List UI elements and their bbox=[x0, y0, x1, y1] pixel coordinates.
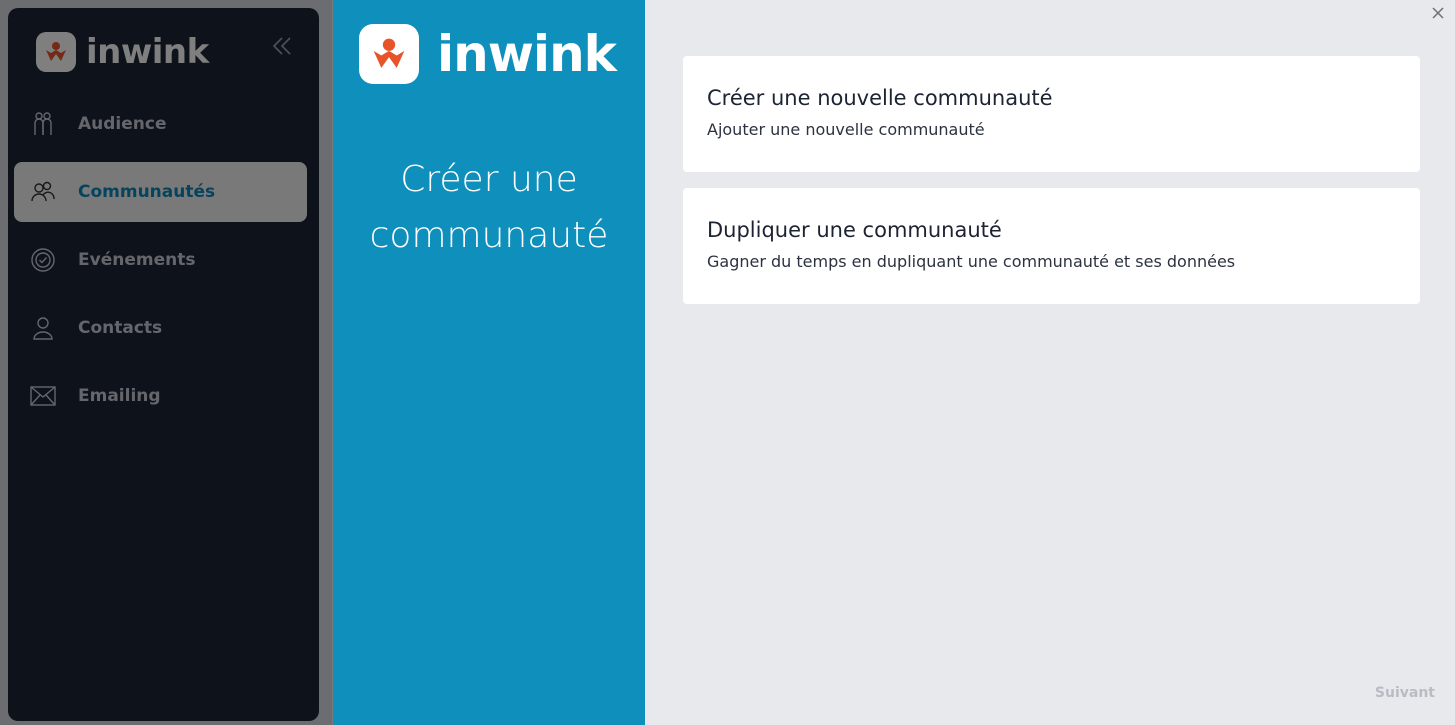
inwink-logo-icon bbox=[359, 24, 419, 84]
modal-side-panel: inwink Créer une communauté bbox=[333, 0, 645, 725]
option-description: Gagner du temps en dupliquant une commun… bbox=[707, 252, 1236, 271]
option-title: Créer une nouvelle communauté bbox=[707, 86, 1053, 110]
modal-logo: inwink bbox=[359, 24, 617, 84]
modal-brand-name: inwink bbox=[437, 25, 617, 83]
next-button[interactable]: Suivant bbox=[1375, 685, 1435, 701]
option-title: Dupliquer une communauté bbox=[707, 218, 1002, 242]
modal-heading: Créer une communauté bbox=[369, 159, 609, 256]
close-icon[interactable] bbox=[1429, 6, 1447, 24]
option-description: Ajouter une nouvelle communauté bbox=[707, 120, 985, 139]
option-duplicate-community[interactable]: Dupliquer une communauté Gagner du temps… bbox=[683, 188, 1420, 304]
create-community-modal: inwink Créer une communauté Créer une no… bbox=[333, 0, 1455, 725]
option-create-new-community[interactable]: Créer une nouvelle communauté Ajouter un… bbox=[683, 56, 1420, 172]
modal-content: Créer une nouvelle communauté Ajouter un… bbox=[645, 0, 1455, 725]
